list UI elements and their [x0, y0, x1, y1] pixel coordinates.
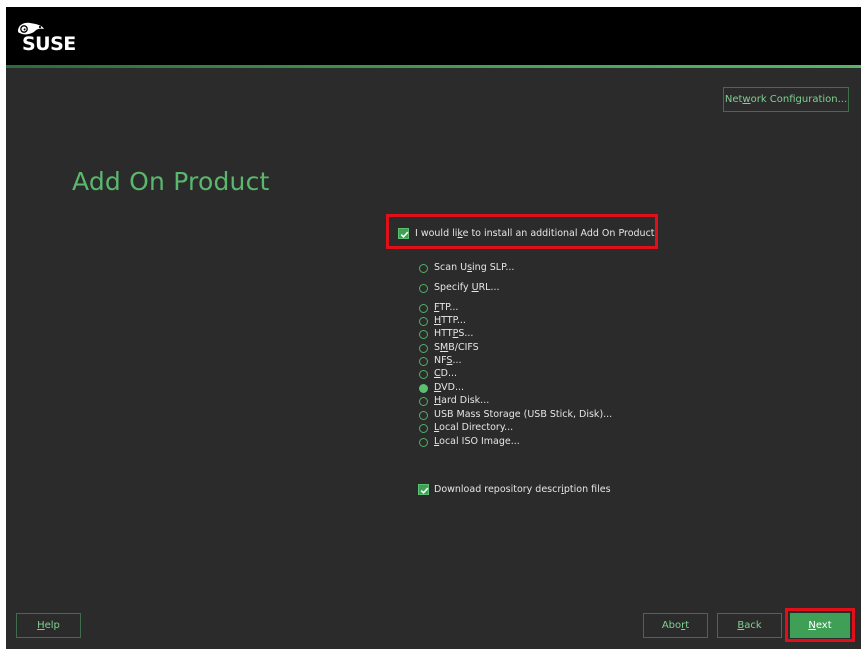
- radio-label-mnemonic: C: [434, 368, 441, 379]
- radio-label-post: S...: [458, 328, 474, 339]
- radio-option-label[interactable]: FTP...: [434, 302, 458, 313]
- radio-button[interactable]: [419, 304, 428, 313]
- page-title: Add On Product: [72, 167, 270, 196]
- check-icon: [420, 487, 429, 494]
- radio-option-label[interactable]: Hard Disk...: [434, 395, 489, 406]
- radio-label-pre: USB Mass Storage (USB Stick, Disk)...: [434, 409, 613, 420]
- next-label: ext: [815, 620, 832, 631]
- install-addon-checkbox[interactable]: [398, 228, 409, 239]
- radio-button[interactable]: [419, 411, 428, 420]
- install-addon-label-pre: I would li: [415, 228, 458, 239]
- install-addon-label-post: e to install an additional Add On Produc…: [462, 228, 655, 239]
- radio-option-label[interactable]: Local Directory...: [434, 422, 513, 433]
- radio-label-pre: Specify: [434, 282, 472, 293]
- installer-window: SUSE Network Configuration... Add On Pro…: [6, 7, 861, 649]
- radio-button[interactable]: [419, 317, 428, 326]
- radio-label-post: ocal ISO Image...: [439, 436, 520, 447]
- network-configuration-button[interactable]: Network Configuration...: [723, 87, 849, 112]
- radio-button[interactable]: [419, 438, 428, 447]
- radio-option-label[interactable]: Specify URL...: [434, 282, 500, 293]
- radio-option-label[interactable]: CD...: [434, 368, 457, 379]
- install-addon-label[interactable]: I would like to install an additional Ad…: [415, 228, 655, 239]
- network-config-label-post: ork Configuration...: [750, 94, 848, 105]
- radio-label-post: D...: [440, 368, 458, 379]
- radio-option-label[interactable]: NFS...: [434, 355, 462, 366]
- radio-label-post: B/CIFS: [448, 342, 479, 353]
- radio-label-post: ing SLP...: [472, 262, 515, 273]
- suse-logo: SUSE: [16, 21, 106, 57]
- radio-label-post: TTP...: [441, 315, 466, 326]
- radio-button[interactable]: [419, 370, 428, 379]
- download-description-label[interactable]: Download repository description files: [434, 484, 611, 495]
- radio-button[interactable]: [419, 384, 428, 393]
- radio-label-post: TP...: [439, 302, 459, 313]
- radio-label-post: VD...: [441, 382, 465, 393]
- logo-wordmark: SUSE: [22, 33, 76, 55]
- abort-button[interactable]: Abort: [643, 613, 708, 638]
- radio-option-label[interactable]: HTTPS...: [434, 328, 473, 339]
- radio-option-label[interactable]: Scan Using SLP...: [434, 262, 514, 273]
- radio-label-post: ...: [452, 355, 462, 366]
- header-bar: SUSE: [6, 7, 861, 65]
- network-config-mnemonic: w: [742, 94, 751, 105]
- radio-label-pre: HTT: [434, 328, 453, 339]
- radio-option-label[interactable]: Local ISO Image...: [434, 436, 520, 447]
- download-description-checkbox[interactable]: [418, 484, 429, 495]
- radio-button[interactable]: [419, 284, 428, 293]
- help-mnemonic: H: [37, 620, 45, 631]
- radio-option-label[interactable]: DVD...: [434, 382, 464, 393]
- radio-button[interactable]: [419, 424, 428, 433]
- help-button[interactable]: Help: [16, 613, 81, 638]
- next-button[interactable]: Next: [790, 613, 850, 638]
- radio-label-mnemonic: M: [440, 342, 449, 353]
- radio-label-post: ocal Directory...: [439, 422, 514, 433]
- radio-label-post: ard Disk...: [441, 395, 490, 406]
- network-config-label-pre: Net: [724, 94, 743, 105]
- radio-button[interactable]: [419, 264, 428, 273]
- radio-button[interactable]: [419, 344, 428, 353]
- check-icon: [400, 231, 409, 238]
- radio-label-post: RL...: [478, 282, 500, 293]
- back-label: ack: [744, 620, 762, 631]
- abort-label-post: t: [685, 620, 690, 631]
- radio-option-label[interactable]: USB Mass Storage (USB Stick, Disk)...: [434, 409, 612, 420]
- back-button[interactable]: Back: [717, 613, 782, 638]
- radio-option-label[interactable]: SMB/CIFS: [434, 342, 479, 353]
- radio-label-pre: NF: [434, 355, 447, 366]
- help-label: elp: [44, 620, 60, 631]
- download-desc-label-pre: Download repository descr: [434, 484, 562, 495]
- header-accent-line: [6, 65, 861, 68]
- radio-button[interactable]: [419, 357, 428, 366]
- radio-label-pre: Scan U: [434, 262, 468, 273]
- radio-option-label[interactable]: HTTP...: [434, 315, 466, 326]
- abort-label-pre: Abo: [661, 620, 682, 631]
- radio-button[interactable]: [419, 330, 428, 339]
- radio-label-mnemonic: U: [471, 282, 479, 293]
- radio-button[interactable]: [419, 397, 428, 406]
- download-desc-label-post: ption files: [563, 484, 611, 495]
- next-mnemonic: N: [808, 620, 816, 631]
